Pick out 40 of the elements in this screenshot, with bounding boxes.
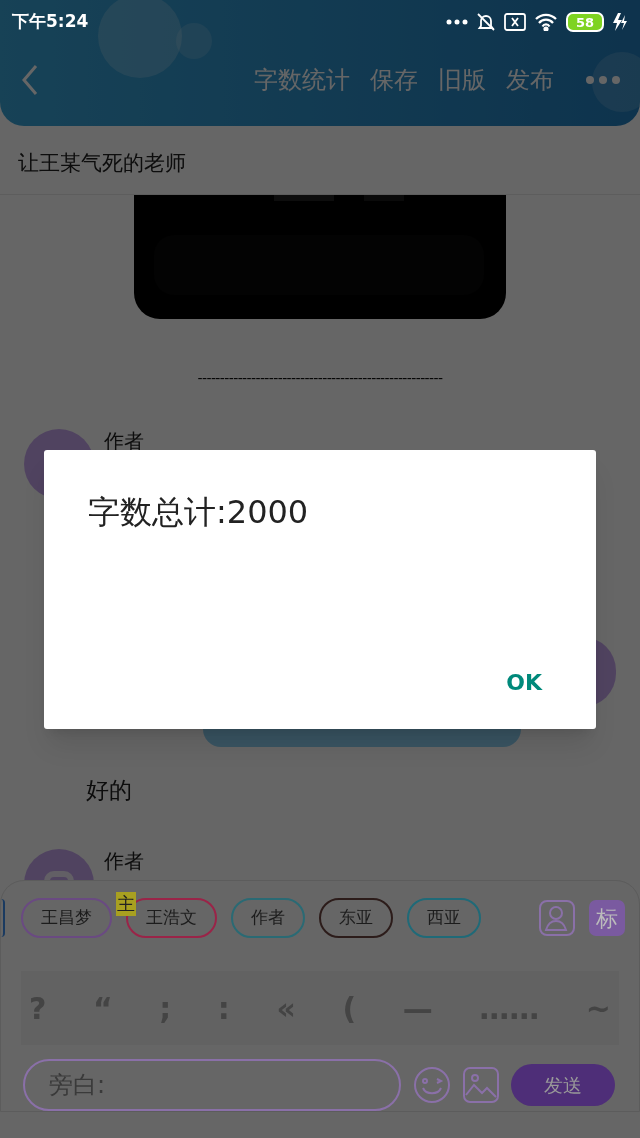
author-name: 作者: [104, 430, 144, 451]
dialog-message: 字数总计:2000: [88, 492, 310, 533]
person-icon[interactable]: [539, 900, 575, 936]
sim-off-icon: [504, 13, 526, 31]
back-icon[interactable]: [20, 64, 40, 96]
image-icon[interactable]: [463, 1067, 499, 1103]
status-time: 下午5:24: [12, 10, 89, 34]
mark-button[interactable]: 标: [589, 900, 625, 936]
role-chip-edge[interactable]: [1, 899, 5, 937]
header-action[interactable]: 字数统计: [254, 62, 350, 98]
punctuation-key[interactable]: “: [91, 985, 115, 1031]
punctuation-key[interactable]: ;: [157, 985, 174, 1031]
role-chip[interactable]: 作者: [231, 898, 305, 938]
bell-off-icon: [476, 12, 496, 32]
header-action[interactable]: 旧版: [438, 62, 486, 98]
punctuation-key[interactable]: ~: [583, 985, 613, 1031]
role-chip[interactable]: 东亚: [319, 898, 393, 938]
role-chip[interactable]: 西亚: [407, 898, 481, 938]
author-name: 作者: [104, 851, 144, 871]
punctuation-key[interactable]: «: [274, 985, 298, 1031]
punctuation-key[interactable]: ……: [477, 985, 542, 1031]
punctuation-key[interactable]: ?: [27, 985, 49, 1031]
punctuation-key[interactable]: (: [340, 985, 359, 1031]
separator-line: -------------------------------------------------------: [197, 368, 443, 388]
more-status-icon: [446, 19, 468, 25]
battery-indicator: 58: [566, 12, 604, 32]
main-role-marker: 主: [116, 892, 136, 916]
message-text: 好的: [86, 776, 132, 803]
header-action[interactable]: 保存: [370, 62, 418, 98]
ok-button[interactable]: OK: [506, 666, 542, 699]
more-icon[interactable]: [586, 76, 620, 84]
header-action[interactable]: 发布: [506, 62, 554, 98]
punctuation-key[interactable]: —: [400, 985, 435, 1031]
role-chip[interactable]: 王昌梦: [21, 898, 112, 938]
document-title: 让王某气死的老师: [18, 151, 186, 175]
wifi-icon: [534, 13, 558, 31]
send-button[interactable]: 发送: [511, 1064, 615, 1106]
charging-icon: [612, 13, 628, 31]
emoji-icon[interactable]: [413, 1066, 451, 1104]
punctuation-key[interactable]: :: [215, 985, 232, 1031]
